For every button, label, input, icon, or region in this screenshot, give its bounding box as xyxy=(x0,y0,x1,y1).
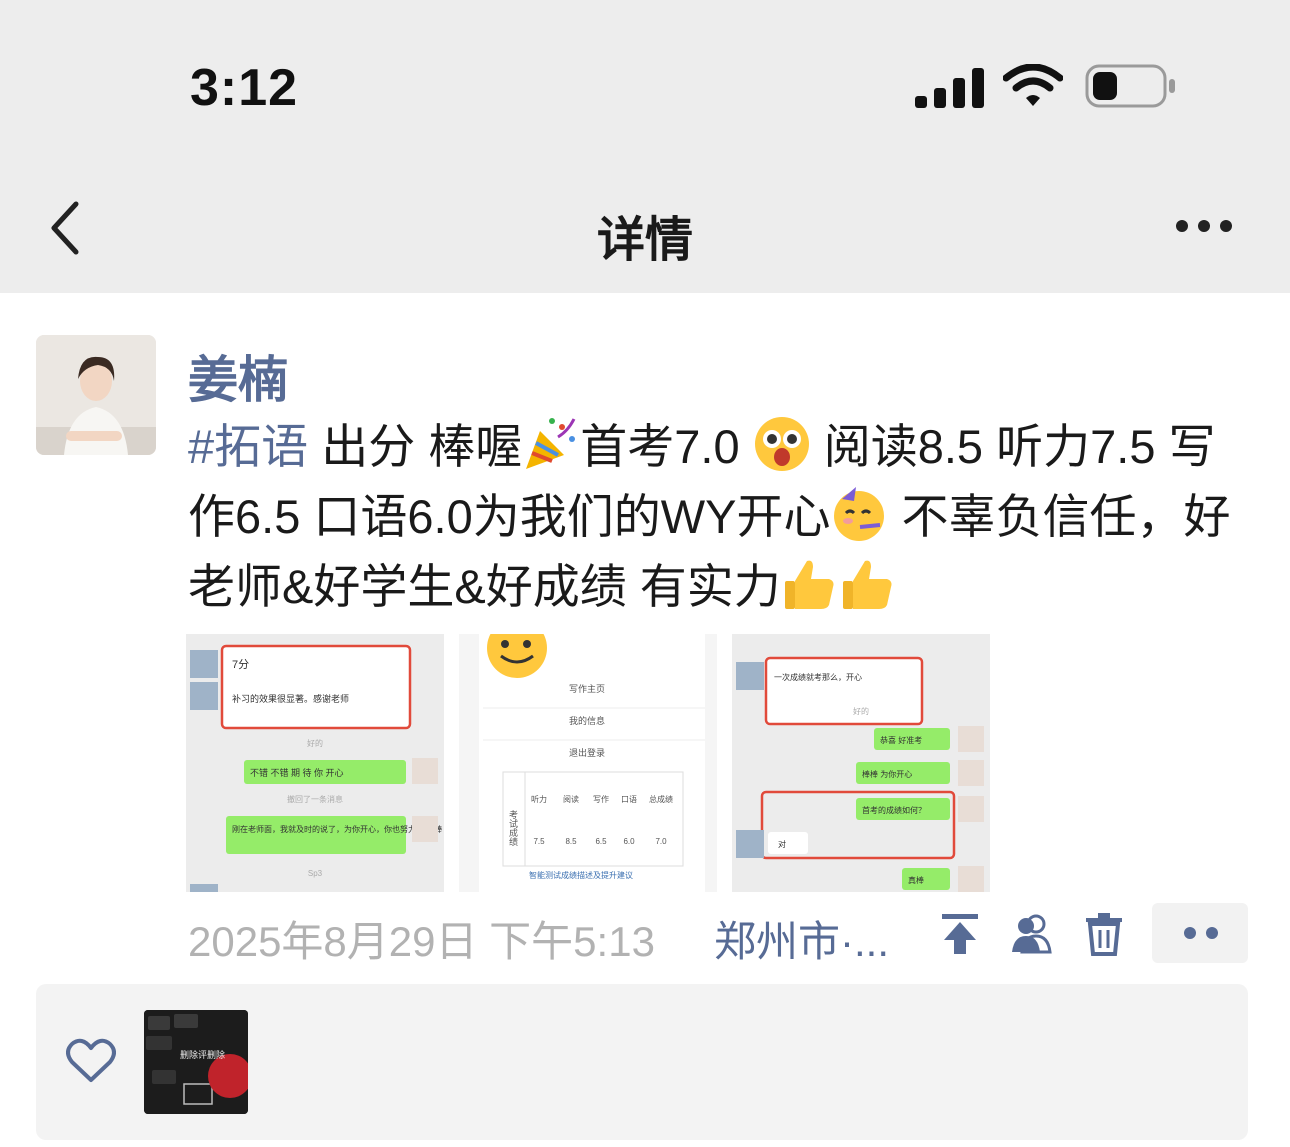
battery-icon xyxy=(1085,64,1175,108)
post-text: #拓语 出分 棒喔 首考7.0 阅读8.5 听力7.5 写作6.5 口语6.0为… xyxy=(188,412,1253,622)
liker-avatar[interactable]: 删除评删除 xyxy=(144,1010,248,1114)
chat-bubble-text: 7分 xyxy=(232,658,249,671)
table-header: 写作 xyxy=(593,794,609,804)
chat-bubble-text: 刚在老师面，我就及时的说了，为你开心，你也努力了 棒棒 xyxy=(232,824,442,834)
party-popper-icon xyxy=(526,418,576,469)
table-cell: 7.0 xyxy=(655,837,667,846)
chat-center-text: Sp3 xyxy=(308,869,323,878)
chat-bubble-text: 棒棒 为你开心 xyxy=(862,769,912,779)
table-header: 阅读 xyxy=(563,794,579,804)
thumbs-up-icon xyxy=(842,560,892,609)
partying-face-icon xyxy=(834,487,885,541)
menu-text: 退出登录 xyxy=(569,747,605,758)
hashtag-link[interactable]: #拓语 xyxy=(188,420,308,473)
chat-center-text: 撤回了一条消息 xyxy=(287,794,343,804)
author-name[interactable]: 姜楠 xyxy=(188,340,288,412)
thumbs-up-icon xyxy=(784,560,834,609)
table-header: 总成绩 xyxy=(649,794,673,804)
likes-panel: 删除评删除 xyxy=(36,984,1248,1140)
post-time: 2025年8月29日 下午5:13 xyxy=(188,918,655,965)
table-cell: 6.0 xyxy=(623,837,635,846)
status-bar: 3:12 xyxy=(0,0,1290,150)
page-title: 详情 xyxy=(596,214,693,267)
star-struck-face-icon xyxy=(754,417,809,471)
post-image-2[interactable]: 写作主页 我的信息 退出登录 考试成绩 听力 阅读 写作 口语 总成绩 7.5 … xyxy=(459,634,717,892)
signal-icon xyxy=(915,68,984,108)
table-cell: 6.5 xyxy=(595,837,607,846)
chat-bubble-text: 一次成绩就考那么，开心 xyxy=(774,672,862,682)
post-text-part: 出分 棒喔 xyxy=(308,420,523,473)
post-image-1[interactable]: 7分 补习的效果很显著。感谢老师 好的 不错 不错 期 待 你 开心 撤回了一条… xyxy=(186,634,444,892)
status-time: 3:12 xyxy=(190,59,299,117)
chat-center-text: 好的 xyxy=(853,706,869,716)
avatar[interactable] xyxy=(36,335,156,455)
chat-bubble-text: 对 xyxy=(778,839,786,849)
chat-bubble-text: 不错 不错 期 待 你 开心 xyxy=(250,767,344,778)
liker-caption: 删除评删除 xyxy=(180,1049,225,1060)
wifi-icon xyxy=(1003,64,1063,106)
pin-top-icon[interactable] xyxy=(938,912,982,956)
table-cell: 8.5 xyxy=(565,837,577,846)
chat-bubble-text: 补习的效果很显著。感谢老师 xyxy=(232,693,349,704)
chat-center-text: 好的 xyxy=(307,738,323,748)
table-side-label: 考试成绩 xyxy=(508,810,518,847)
chat-bubble-text: 首考的成绩如何？ xyxy=(862,805,926,815)
nav-bar: 详情 xyxy=(0,150,1290,293)
table-cell: 7.5 xyxy=(533,837,545,846)
heart-outline-icon[interactable] xyxy=(66,1038,116,1084)
chat-bubble-text: 真棒 xyxy=(908,875,924,885)
post-location[interactable]: 郑州市·... xyxy=(714,908,889,969)
table-note: 智能测试成绩描述及提升建议 xyxy=(529,870,633,880)
post-text-part: 首考7.0 xyxy=(580,420,753,473)
avatar-image xyxy=(36,335,156,455)
chat-bubble-text: 恭喜 好准考 xyxy=(880,735,922,745)
contacts-icon[interactable] xyxy=(1010,912,1054,956)
menu-text: 我的信息 xyxy=(569,715,605,726)
table-header: 听力 xyxy=(531,794,547,804)
menu-text: 写作主页 xyxy=(569,683,605,694)
table-header: 口语 xyxy=(621,794,637,804)
more-dots-icon xyxy=(1184,927,1218,939)
post-more-button[interactable] xyxy=(1152,903,1248,963)
post-image-3[interactable]: 一次成绩就考那么，开心 好的 恭喜 好准考 棒棒 为你开心 首考的成绩如何？ 对… xyxy=(732,634,990,892)
trash-icon[interactable] xyxy=(1082,912,1126,956)
more-dots-icon[interactable] xyxy=(1172,216,1236,236)
